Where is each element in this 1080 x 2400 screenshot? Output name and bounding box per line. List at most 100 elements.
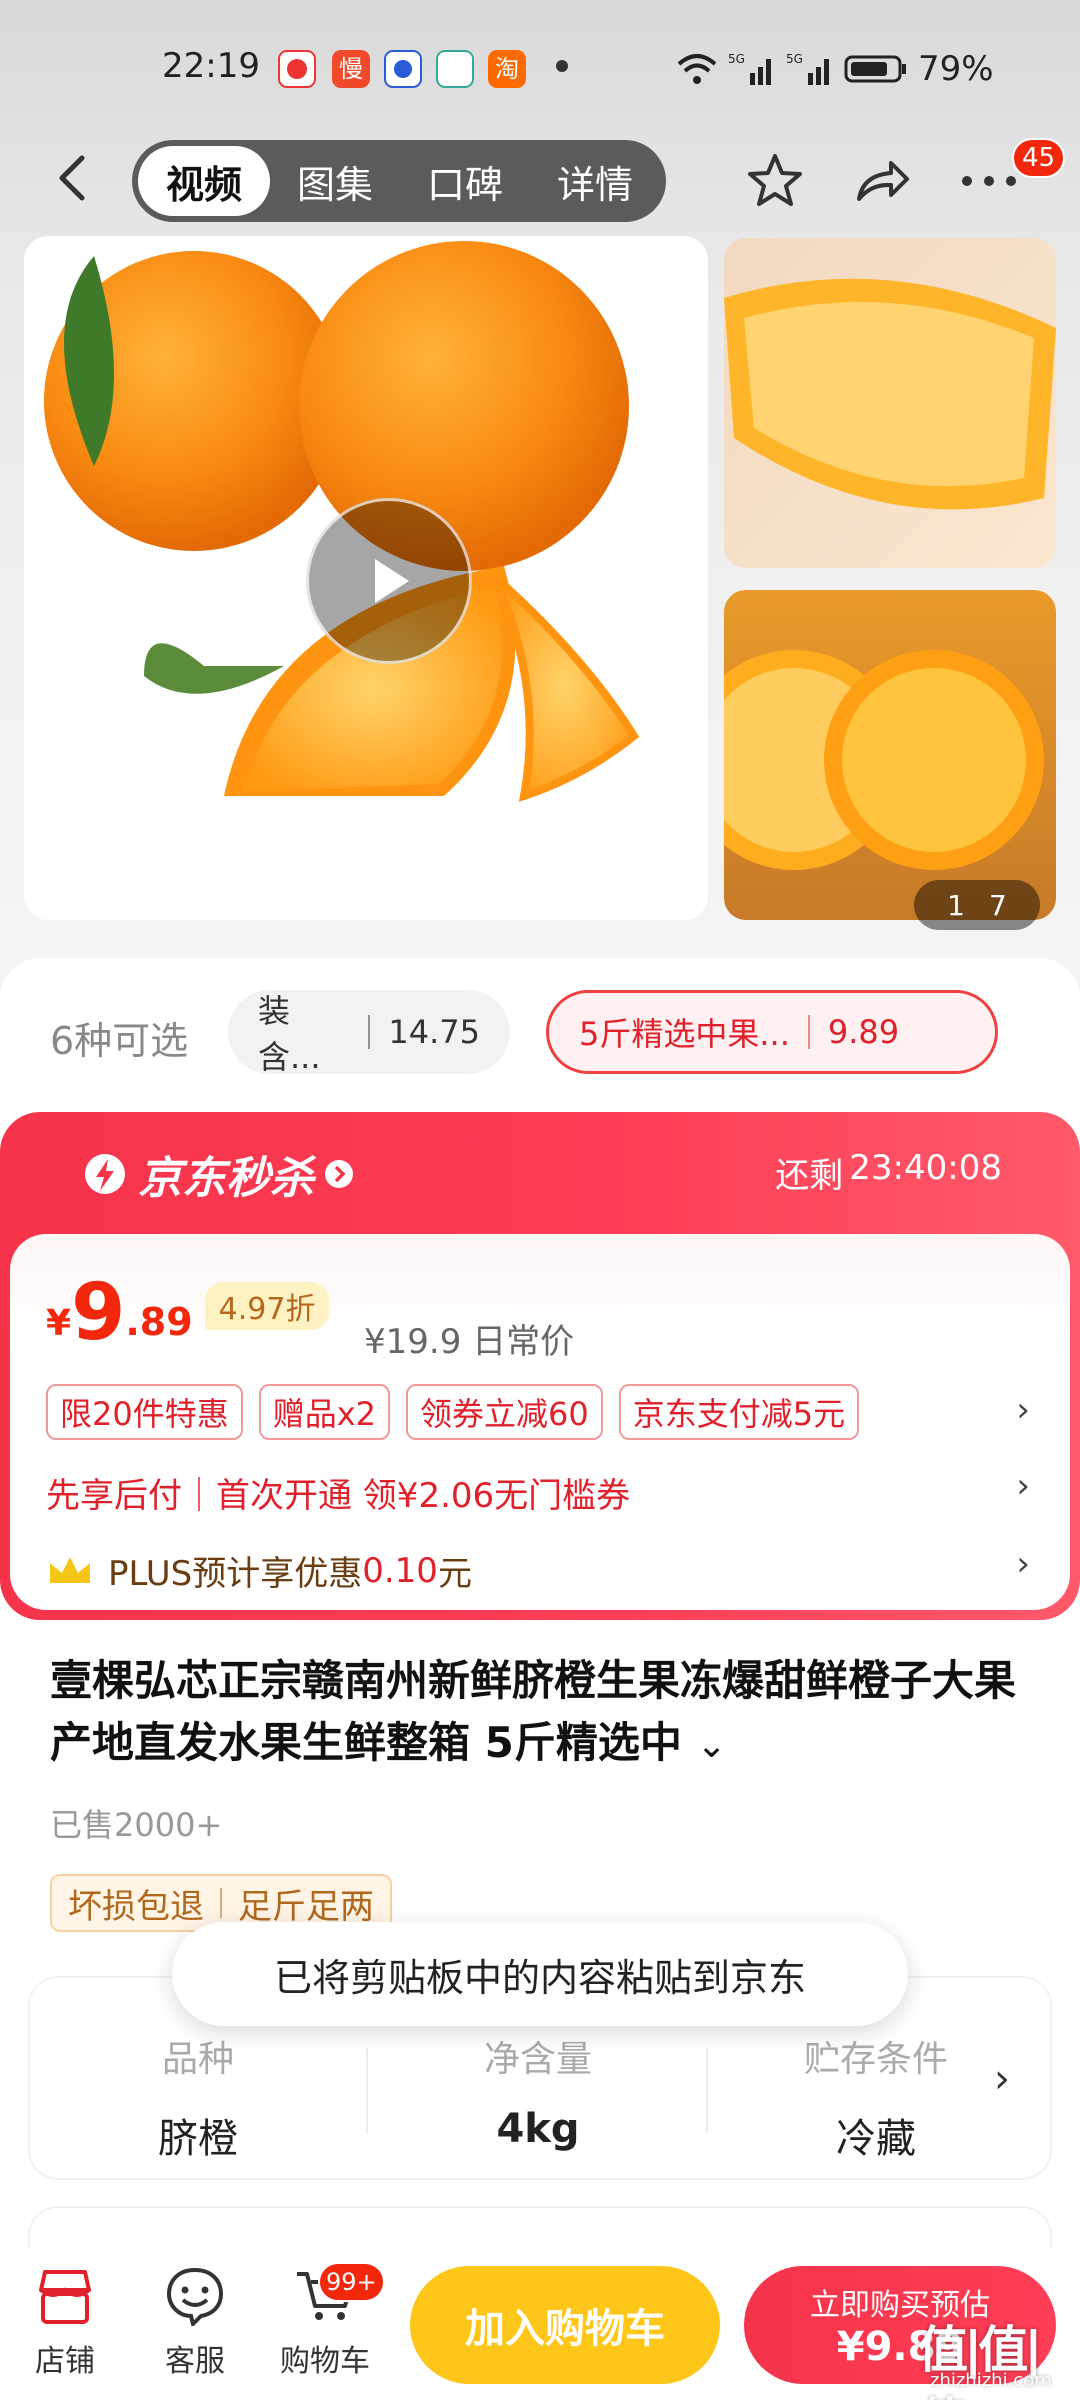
divider (368, 1015, 371, 1049)
chevron-right-icon[interactable]: › (1016, 1544, 1030, 1584)
credit-pay-text: 先享后付｜首次开通 领¥2.06无门槛券 (46, 1476, 631, 1516)
wifi-icon (677, 54, 717, 84)
notification-dot-icon (556, 60, 568, 72)
credit-pay-row[interactable]: 先享后付｜首次开通 领¥2.06无门槛券 (46, 1468, 630, 1517)
countdown: 还剩 23:40:08 (775, 1148, 1002, 1197)
chevron-down-icon[interactable]: ⌄ (696, 1725, 726, 1766)
service-label: 客服 (165, 2344, 225, 2379)
spec-item: 品种 脐橙 (88, 2030, 308, 2164)
back-button[interactable] (46, 150, 102, 206)
add-to-cart-button[interactable]: 加入购物车 (410, 2266, 720, 2384)
service-button[interactable]: 客服 (140, 2266, 250, 2380)
star-icon (748, 154, 802, 206)
divider (706, 2048, 708, 2134)
divider (366, 2048, 368, 2134)
plus-row[interactable]: PLUS预计享优惠 0.10 元 (46, 1546, 472, 1595)
thumbnail-image-2[interactable] (724, 590, 1056, 920)
promo-tags[interactable]: 限20件特惠 赠品x2 领券立减60 京东支付减5元 (46, 1384, 860, 1440)
crown-icon (50, 1556, 90, 1583)
gallery-counter-total: 7 (989, 888, 1007, 922)
divider (807, 1015, 810, 1049)
clipboard-toast: 已将剪贴板中的内容粘贴到京东 (172, 1922, 908, 2026)
price-integer: 9 (71, 1268, 126, 1358)
flash-sale-panel: 京东秒杀 还剩 23:40:08 ¥ 9 .89 4.97折 ¥19.9 日常价… (0, 1112, 1080, 1620)
plus-prefix: PLUS预计享优惠 (108, 1554, 363, 1594)
variant-option[interactable]: 装含... 14.75 (228, 990, 510, 1076)
message-badge: 45 (1012, 138, 1066, 178)
variant-selector: 6种可选 装含... 14.75 5斤精选中果... 9.89 (0, 990, 1080, 1080)
watermark-url: zhizhizhi.com (930, 2370, 1052, 2391)
spec-value: 4kg (496, 2106, 580, 2152)
promo-tag: 京东支付减5元 (618, 1384, 860, 1440)
battery-percent: 79% (918, 49, 994, 89)
chat-smile-icon (166, 2267, 224, 2328)
share-button[interactable] (846, 146, 916, 216)
orange-slice-illustration (724, 278, 1056, 510)
orange-halves-illustration (724, 650, 1044, 870)
sold-count: 已售2000+ (50, 1806, 223, 1844)
variant-price: 14.75 (388, 1013, 480, 1051)
svg-text:5G: 5G (728, 52, 745, 66)
promo-tag: 赠品x2 (258, 1384, 391, 1440)
baidu-icon (384, 50, 422, 88)
tab-video[interactable]: 视频 (138, 146, 270, 216)
guarantee-tag: 坏损包退 (68, 1886, 204, 1927)
flash-sale-title[interactable]: 京东秒杀 (82, 1142, 354, 1206)
product-title-text: 壹棵弘芯正宗赣南州新鲜脐橙生果冻爆甜鲜橙子大果产地直发水果生鲜整箱 5斤精选中 (50, 1656, 1017, 1767)
play-icon (375, 559, 409, 603)
chevron-right-icon[interactable]: › (994, 2056, 1010, 2102)
chevron-left-icon (59, 155, 85, 201)
variant-price: 9.89 (827, 1013, 900, 1051)
plus-amount: 0.10 (362, 1550, 438, 1591)
favorite-button[interactable] (740, 146, 810, 216)
gallery-counter-current: 1 (947, 888, 965, 922)
promo-tag: 限20件特惠 (46, 1384, 243, 1440)
original-price: ¥19.9 日常价 (364, 1322, 575, 1362)
tab-details[interactable]: 详情 (530, 146, 660, 216)
cart-label: 购物车 (280, 2344, 370, 2379)
flash-logo-icon (85, 1154, 125, 1194)
chevron-right-icon[interactable]: › (1016, 1390, 1030, 1430)
flash-title-text: 京东秒杀 (138, 1153, 314, 1204)
spec-key: 净含量 (483, 2039, 592, 2080)
discount-badge: 4.97折 (204, 1282, 330, 1330)
more-icon (962, 176, 1016, 186)
variant-label: 装含... (258, 992, 321, 1076)
thumbnail-image-1[interactable] (724, 238, 1056, 568)
variant-option-selected[interactable]: 5斤精选中果... 9.89 (546, 990, 998, 1074)
price-decimal: .89 (125, 1300, 193, 1344)
price-currency: ¥ (46, 1303, 72, 1344)
gallery-counter: 1 7 (914, 880, 1040, 930)
health-icon (436, 50, 474, 88)
plus-suffix: 元 (437, 1554, 472, 1594)
chevron-right-circle-icon (325, 1160, 353, 1188)
spec-key: 品种 (161, 2039, 234, 2080)
store-icon (39, 2270, 91, 2324)
tab-reviews[interactable]: 口碑 (400, 146, 530, 216)
taobao-icon: 淘 (488, 50, 526, 88)
store-label: 店铺 (35, 2344, 95, 2379)
chevron-right-icon[interactable]: › (1016, 1466, 1030, 1506)
status-time: 22:19 (162, 46, 260, 86)
price-card: ¥ 9 .89 4.97折 ¥19.9 日常价 限20件特惠 赠品x2 领券立减… (10, 1234, 1070, 1610)
media-tabs: 视频 图集 口碑 详情 (132, 140, 666, 222)
promo-tag: 领券立减60 (406, 1384, 603, 1440)
battery-icon (844, 55, 906, 83)
tab-gallery[interactable]: 图集 (270, 146, 400, 216)
store-button[interactable]: 店铺 (10, 2266, 120, 2380)
divider (220, 1888, 222, 1918)
share-icon (857, 161, 909, 201)
main-product-image[interactable] (24, 236, 708, 920)
countdown-label: 还剩 (775, 1156, 844, 1196)
product-title[interactable]: 壹棵弘芯正宗赣南州新鲜脐橙生果冻爆甜鲜橙子大果产地直发水果生鲜整箱 5斤精选中 … (50, 1650, 1030, 1777)
countdown-time: 23:40:08 (849, 1148, 1002, 1188)
play-video-button[interactable] (306, 498, 472, 664)
jd-icon (278, 50, 316, 88)
status-right: 5G 5G 79% (676, 44, 994, 94)
signal-icon: 5G (728, 52, 771, 85)
status-bar: 22:19 慢 淘 5G 5G 79% (0, 40, 1080, 104)
jd-express-icon: 慢 (332, 50, 370, 88)
guarantee-tag: 足斤足两 (238, 1886, 374, 1927)
spec-item: 贮存条件 冷藏 (766, 2030, 986, 2164)
variant-count[interactable]: 6种可选 (50, 1010, 188, 1065)
